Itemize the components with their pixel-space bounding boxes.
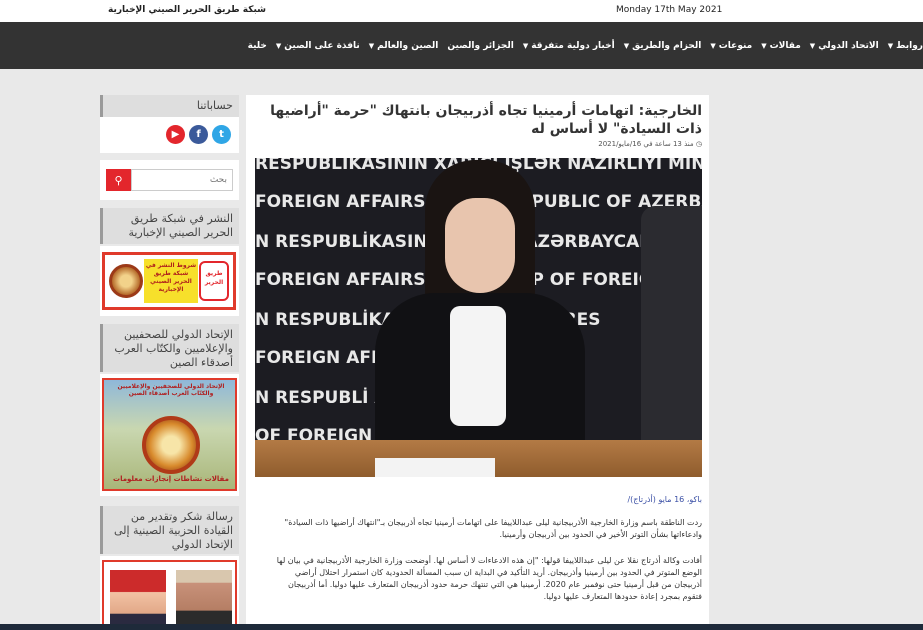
chevron-down-icon: ▼ (368, 41, 375, 50)
main-navigation: روابط ▼ الاتحاد الدولي ▼ مقالات ▼ منوعات ▼ الحزا… (0, 22, 923, 69)
nav-item[interactable]: خلية (248, 41, 267, 51)
nav-list: روابط ▼ الاتحاد الدولي ▼ مقالات ▼ منوعات ▼ الحزا… (239, 22, 923, 69)
nav-item-label: الاتحاد الدولي (818, 40, 879, 51)
silk-road-logo: طريق الحرير (199, 261, 229, 301)
article-paragraph-2: أفادت وكالة أذرتاج نقلا عن ليلى عبداللاي… (276, 556, 702, 601)
union-emblem-icon (142, 416, 200, 474)
site-name[interactable]: شبكة طريق الحرير الصيني الإخبارية (108, 5, 266, 15)
social-accounts-box: t f ▶ (100, 117, 239, 153)
photo-chair (641, 206, 702, 477)
union-banner-heading: الإتحاد الدولي للصحفيين والإعلاميين والك… (117, 383, 225, 397)
nav-item-label: أخبار دولية متفرقة (531, 40, 615, 51)
nav-item[interactable]: الاتحاد الدولي ▼ (810, 41, 879, 51)
nav-item-label: الصين والعالم (377, 40, 439, 51)
nav-item-label: مقالات (769, 40, 801, 51)
chevron-down-icon: ▼ (710, 41, 716, 50)
thanks-widget-title: رسالة شكر وتقدير من القيادة الحزبية الصي… (100, 506, 239, 554)
chevron-down-icon: ▼ (887, 41, 894, 50)
nav-item[interactable]: الجزائر والصين (447, 41, 513, 51)
article-title: الخارجية: اتهامات أرمينيا تجاه أذربيجان … (270, 103, 702, 137)
article-photo: RESPUBLİKASININ XARİCİ İŞLƏR NAZİRLİYİ M… (255, 158, 702, 477)
nav-item[interactable]: الصين والعالم ▼ (369, 41, 439, 51)
search-form: ⚲ (106, 169, 233, 191)
portrait-left (110, 570, 166, 628)
article-timestamp: منذ 13 ساعة في 16/مايو/2021 (598, 140, 694, 148)
search-button[interactable]: ⚲ (106, 169, 131, 191)
chevron-down-icon: ▼ (623, 41, 630, 50)
youtube-icon[interactable]: ▶ (166, 125, 185, 144)
union-banner[interactable]: الإتحاد الدولي للصحفيين والإعلاميين والك… (102, 378, 237, 491)
nav-item[interactable]: نافذة على الصين ▼ (276, 41, 360, 51)
facebook-icon[interactable]: f (189, 125, 208, 144)
union-widget-title: الإتحاد الدولي للصحفيين والإعلاميين والك… (100, 324, 239, 372)
union-banner-links: مقالات نشاطات إنجازات معلومات (113, 475, 229, 483)
publish-terms-banner[interactable]: شروط النشر في شبكة طريق الحرير الصيني ال… (102, 252, 236, 310)
nav-item-label: الجزائر والصين (447, 40, 514, 51)
photo-paper (375, 458, 495, 477)
nav-item[interactable]: أخبار دولية متفرقة ▼ (523, 41, 615, 51)
search-input[interactable] (131, 169, 233, 191)
photo-face (445, 198, 515, 293)
top-bar: شبكة طريق الحرير الصيني الإخبارية Monday… (0, 0, 923, 22)
nav-item[interactable]: مقالات ▼ (761, 41, 801, 51)
nav-item[interactable]: الحزام والطريق ▼ (624, 41, 702, 51)
chevron-down-icon: ▼ (761, 41, 767, 50)
photo-shirt (450, 306, 506, 426)
nav-item-label: منوعات (718, 40, 753, 51)
social-icons: t f ▶ (166, 125, 231, 144)
clock-icon: ◷ (693, 140, 702, 148)
accounts-widget-title: حساباتنا (100, 95, 239, 117)
taskbar-strip (0, 624, 923, 630)
nav-item-label: خلية (247, 40, 267, 51)
article-meta: ◷ منذ 13 ساعة في 16/مايو/2021 (560, 140, 702, 148)
nav-item-label: روابط (896, 40, 923, 51)
nav-item-label: نافذة على الصين (284, 40, 360, 51)
nav-item[interactable]: روابط ▼ (888, 41, 923, 51)
seal-emblem-icon (109, 264, 143, 298)
article-dateline[interactable]: باكو، 16 مايو (أذرتاج)/ (556, 495, 702, 504)
chevron-down-icon: ▼ (522, 41, 529, 50)
thanks-letter-banner[interactable] (102, 560, 237, 630)
nav-item-label: الحزام والطريق (632, 40, 702, 51)
twitter-icon[interactable]: t (212, 125, 231, 144)
publish-widget-title: النشر في شبكة طريق الحرير الصيني الإخبار… (100, 208, 239, 244)
search-icon: ⚲ (114, 173, 123, 187)
chevron-down-icon: ▼ (275, 41, 282, 50)
publish-terms-text: شروط النشر في شبكة طريق الحرير الصيني ال… (144, 259, 198, 303)
portrait-right (176, 570, 232, 628)
chevron-down-icon: ▼ (809, 41, 816, 50)
current-date: Monday 17th May 2021 (616, 5, 723, 15)
nav-item[interactable]: منوعات ▼ (710, 41, 752, 51)
article-paragraph-1: ردت الناطقة باسم وزارة الخارجية الأذربيج… (284, 518, 702, 539)
